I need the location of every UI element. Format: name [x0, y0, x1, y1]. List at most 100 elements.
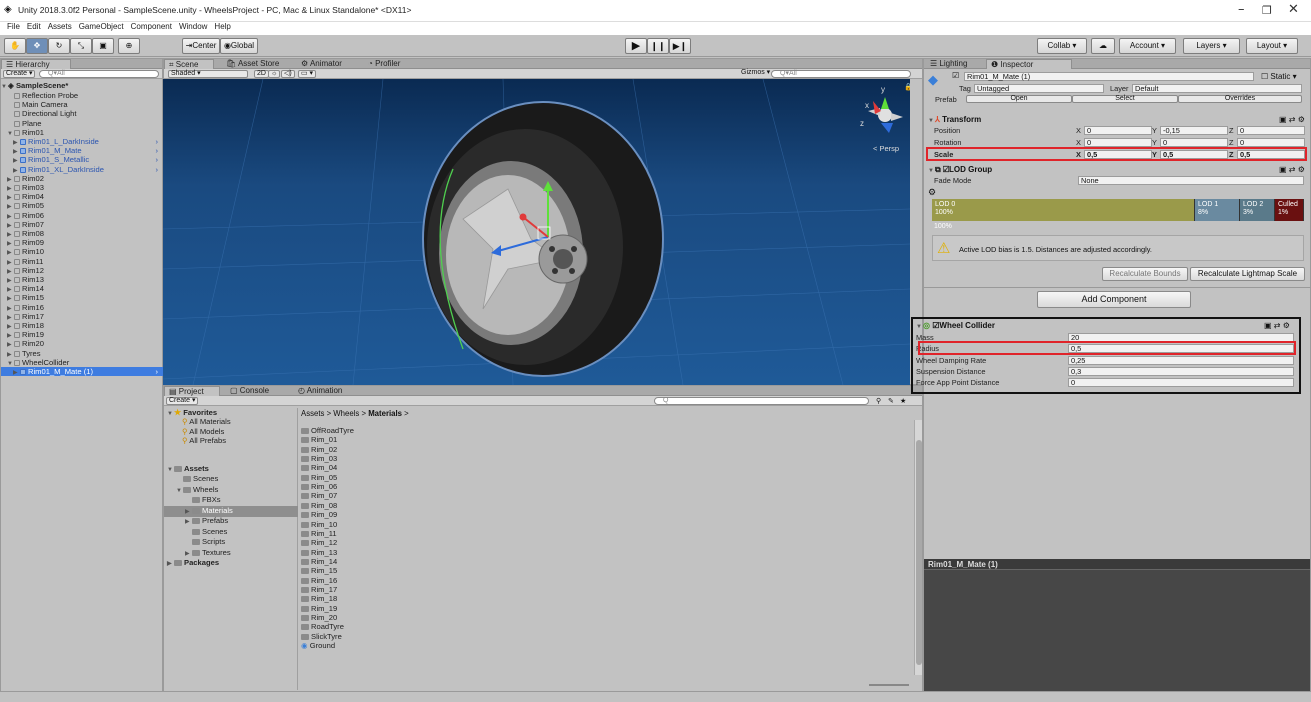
asset-folder-item[interactable]: Scripts	[164, 537, 298, 546]
breadcrumb-assets[interactable]: Assets	[301, 409, 324, 418]
hierarchy-item[interactable]: ▶ Rim03	[1, 183, 164, 192]
transform-tool-button[interactable]: ⊕	[118, 38, 140, 54]
favorite-item[interactable]: ⚲ All Prefabs	[182, 436, 226, 445]
asset-file-item[interactable]: Rim_13	[301, 548, 337, 557]
step-button[interactable]: ▶❙	[669, 38, 691, 54]
asset-file-item[interactable]: Rim_19	[301, 604, 337, 613]
hierarchy-create-button[interactable]: Create ▾	[3, 70, 36, 78]
camera-icon[interactable]: ⚙	[928, 187, 936, 198]
orientation-gizmo[interactable]	[868, 97, 903, 133]
prefab-arrow-icon[interactable]: ›	[155, 137, 158, 146]
asset-file-item[interactable]: ◉ Ground	[301, 641, 335, 650]
rotate-tool-button[interactable]: ↻	[48, 38, 70, 54]
scale-tool-button[interactable]: ⤡	[70, 38, 92, 54]
rotation-y-field[interactable]: 0	[1160, 138, 1228, 147]
asset-file-item[interactable]: Rim_05	[301, 473, 337, 482]
hierarchy-item[interactable]: Main Camera	[1, 100, 164, 109]
tab-inspector[interactable]: ❶ Inspector	[986, 59, 1072, 69]
active-checkbox[interactable]: ☑	[952, 71, 959, 80]
asset-file-item[interactable]: Rim_11	[301, 529, 337, 538]
hierarchy-item[interactable]: ▶ Rim06	[1, 211, 164, 220]
asset-file-item[interactable]: OffRoadTyre	[301, 426, 354, 435]
hierarchy-item[interactable]: ▶ Rim17	[1, 312, 164, 321]
scene-viewport[interactable]: y x z 🔒 < Persp	[163, 79, 910, 385]
asset-file-item[interactable]: Rim_07	[301, 491, 337, 500]
hierarchy-item[interactable]: Directional Light	[1, 109, 164, 118]
asset-file-item[interactable]: Rim_06	[301, 482, 337, 491]
fold-arrow-icon[interactable]: ▶	[13, 369, 20, 378]
asset-file-item[interactable]: Rim_17	[301, 585, 337, 594]
filter-label-icon[interactable]: ✎	[888, 397, 894, 405]
hierarchy-item[interactable]: ▶ Rim18	[1, 321, 164, 330]
tab-profiler[interactable]: ◔ Profiler	[364, 59, 404, 69]
menu-assets[interactable]: Assets	[48, 22, 72, 31]
position-y-field[interactable]: -0,15	[1160, 126, 1228, 135]
hierarchy-item[interactable]: Reflection Probe	[1, 91, 164, 100]
hierarchy-item[interactable]: ▶ Rim11	[1, 257, 164, 266]
culled-segment[interactable]: Culled 1%	[1275, 199, 1304, 221]
hierarchy-item[interactable]: ▶ Rim05	[1, 201, 164, 210]
asset-file-item[interactable]: Rim_12	[301, 538, 337, 547]
account-dropdown[interactable]: Account ▾	[1119, 38, 1176, 54]
lock-icon[interactable]: 🔒	[904, 83, 910, 91]
asset-file-item[interactable]: Rim_18	[301, 594, 337, 603]
rotation-z-field[interactable]: 0	[1237, 138, 1305, 147]
hierarchy-item[interactable]: ▼ WheelCollider	[1, 358, 164, 367]
menu-file[interactable]: File	[7, 22, 20, 31]
prefab-arrow-icon[interactable]: ›	[155, 155, 158, 164]
asset-file-item[interactable]: Rim_02	[301, 445, 337, 454]
wheel-collider-field-input[interactable]: 0	[1068, 378, 1294, 388]
menu-gameobject[interactable]: GameObject	[79, 22, 124, 31]
asset-folder-item[interactable]: Scenes	[164, 474, 298, 483]
hierarchy-item[interactable]: ▶ Rim16	[1, 303, 164, 312]
breadcrumb-wheels[interactable]: Wheels	[333, 409, 359, 418]
wheel-collider-menu-icons[interactable]: ▣ ⇄ ⚙	[1264, 321, 1290, 330]
wheel-collider-header[interactable]: ▼◎ ☑Wheel Collider	[916, 321, 995, 330]
minimize-button[interactable]: –	[1238, 2, 1245, 17]
hierarchy-item[interactable]: ▶ Rim10	[1, 247, 164, 256]
prefab-select-button[interactable]: Select	[1072, 95, 1178, 103]
tab-project[interactable]: ▤ Project	[164, 386, 220, 396]
prefab-overrides-dropdown[interactable]: Overrides	[1178, 95, 1302, 103]
move-tool-button[interactable]: ✥	[26, 38, 48, 54]
asset-file-item[interactable]: SlickTyre	[301, 632, 342, 641]
cloud-button[interactable]: ☁	[1091, 38, 1115, 54]
favorite-item[interactable]: ⚲ All Materials	[182, 417, 231, 426]
zoom-slider[interactable]	[869, 684, 909, 686]
prefab-arrow-icon[interactable]: ›	[155, 367, 158, 376]
asset-file-item[interactable]: Rim_08	[301, 501, 337, 510]
asset-folder-item[interactable]: FBXs	[164, 495, 298, 504]
shading-mode-dropdown[interactable]: Shaded ▾	[168, 70, 248, 78]
rotation-x-field[interactable]: 0	[1084, 138, 1152, 147]
lod-menu-icons[interactable]: ▣ ⇄ ⚙	[1279, 165, 1305, 174]
hierarchy-item[interactable]: ▶ Rim01_S_Metallic ›	[1, 155, 164, 164]
wheel-collider-field-input[interactable]: 0,25	[1068, 355, 1294, 365]
prefab-open-button[interactable]: Open	[966, 95, 1072, 103]
menu-window[interactable]: Window	[179, 22, 207, 31]
packages-header[interactable]: ▶ Packages	[167, 558, 219, 569]
tab-console[interactable]: ▢ Console	[226, 386, 273, 396]
hierarchy-item[interactable]: ▶ Tyres	[1, 349, 164, 358]
prefab-arrow-icon[interactable]: ›	[155, 146, 158, 155]
project-create-button[interactable]: Create ▾	[166, 397, 199, 405]
asset-file-item[interactable]: Rim_10	[301, 520, 337, 529]
layout-dropdown[interactable]: Layout ▾	[1246, 38, 1298, 54]
maximize-button[interactable]: ❐	[1262, 4, 1272, 17]
lod2-segment[interactable]: LOD 2 3%	[1240, 199, 1275, 221]
audio-toggle[interactable]: ◁)	[281, 70, 295, 78]
add-component-button[interactable]: Add Component	[1037, 291, 1191, 308]
hierarchy-item[interactable]: ▼ Rim01	[1, 128, 164, 137]
hierarchy-item[interactable]: ▶ Rim14	[1, 284, 164, 293]
component-menu-icons[interactable]: ▣ ⇄ ⚙	[1279, 115, 1305, 124]
hierarchy-item[interactable]: ▶ Rim12	[1, 266, 164, 275]
scene-search-input[interactable]: Q▾All	[771, 70, 911, 78]
pause-button[interactable]: ❙❙	[647, 38, 669, 54]
layer-dropdown[interactable]: Default	[1132, 84, 1302, 93]
tab-animator[interactable]: ⚙ Animator	[297, 59, 346, 69]
asset-file-item[interactable]: Rim_04	[301, 463, 337, 472]
effects-dropdown[interactable]: ▭ ▾	[298, 70, 317, 78]
asset-file-item[interactable]: Rim_14	[301, 557, 337, 566]
hierarchy-item[interactable]: ▶ Rim01_M_Mate ›	[1, 146, 164, 155]
breadcrumb-materials[interactable]: Materials	[368, 409, 402, 418]
scene-root[interactable]: ▼◈ SampleScene*	[1, 81, 68, 90]
